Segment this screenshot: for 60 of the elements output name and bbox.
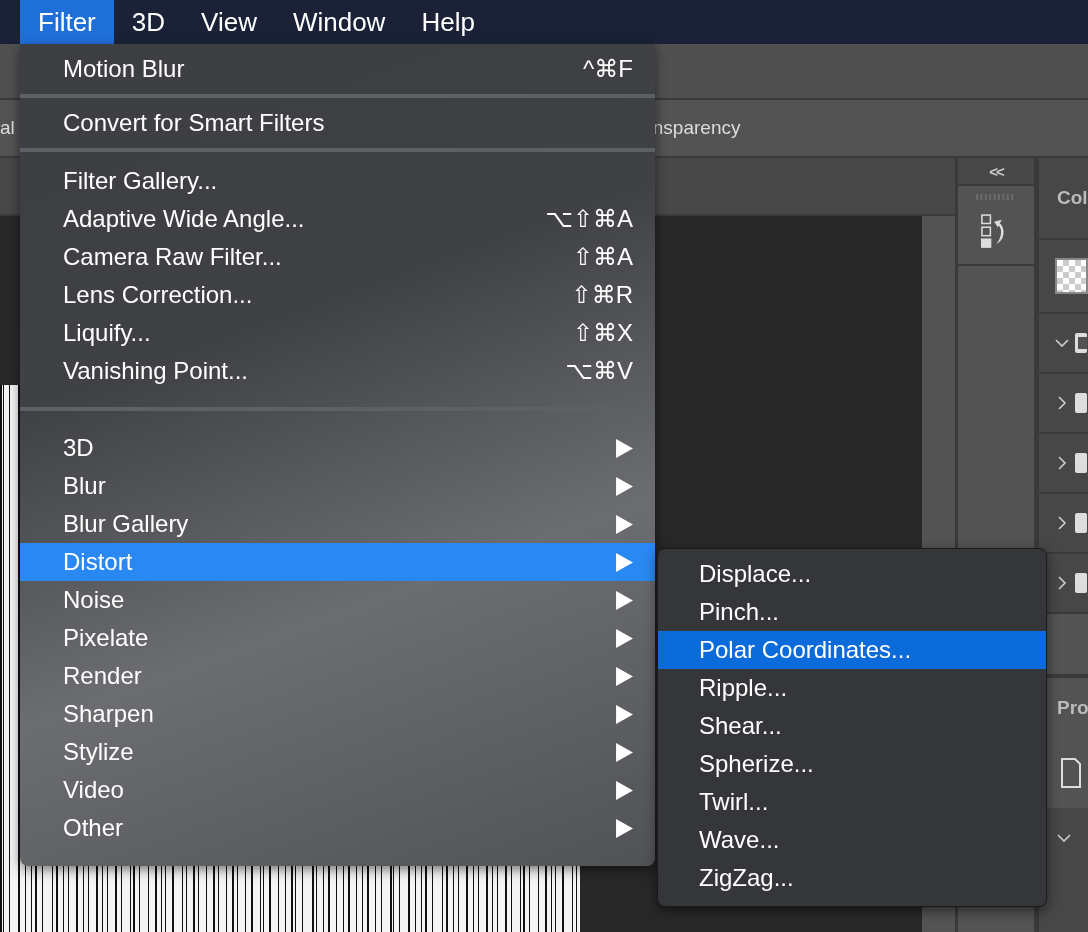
chevron-icon[interactable] <box>1055 336 1069 350</box>
folder-icon <box>1075 513 1087 533</box>
option-label: nsparency <box>652 117 741 139</box>
submenu-arrow-icon <box>616 704 633 724</box>
menu-item[interactable]: Stylize <box>20 733 655 771</box>
menu-item[interactable]: Blur Gallery <box>20 505 655 543</box>
submenu-arrow-icon <box>616 742 633 762</box>
menu-item[interactable]: Liquify... ⇧⌘X <box>20 314 655 352</box>
menu-item[interactable]: Sharpen <box>20 695 655 733</box>
submenu-arrow-icon <box>616 628 633 648</box>
menu-item[interactable]: Distort <box>20 543 655 581</box>
menu-bar-item[interactable]: View <box>183 0 275 44</box>
submenu-arrow-icon <box>616 780 633 800</box>
menu-item[interactable]: Pinch... <box>658 593 1046 631</box>
option-label: al <box>0 117 15 139</box>
menu-bar-item[interactable]: 3D <box>113 0 184 44</box>
menu-item[interactable]: Shear... <box>658 707 1046 745</box>
submenu-arrow-icon <box>616 552 633 572</box>
menu-item[interactable]: Camera Raw Filter... ⇧⌘A <box>20 238 655 276</box>
menu-bar-item[interactable]: Filter <box>20 0 114 44</box>
transparency-swatch[interactable] <box>1055 258 1088 294</box>
menu-item[interactable]: Vanishing Point... ⌥⌘V <box>20 352 655 390</box>
menu-bar-item[interactable]: Help <box>403 0 493 44</box>
submenu-arrow-icon <box>616 438 633 458</box>
menu-item[interactable]: Video <box>20 771 655 809</box>
menu-item[interactable]: ZigZag... <box>658 859 1046 897</box>
menu-item[interactable]: Convert for Smart Filters <box>20 104 655 142</box>
submenu-arrow-icon <box>616 514 633 534</box>
menu-item[interactable]: Pixelate <box>20 619 655 657</box>
menu-item[interactable]: Noise <box>20 581 655 619</box>
collapse-button[interactable]: << <box>989 162 1003 180</box>
submenu-arrow-icon <box>616 476 633 496</box>
menu-item[interactable]: Motion Blur ^⌘F <box>20 50 655 88</box>
menu-item[interactable]: 3D <box>20 429 655 467</box>
folder-icon <box>1075 393 1087 413</box>
menu-item[interactable]: Twirl... <box>658 783 1046 821</box>
menu-item[interactable]: Adaptive Wide Angle... ⌥⇧⌘A <box>20 200 655 238</box>
menu-item[interactable]: Render <box>20 657 655 695</box>
menu-item[interactable]: Other <box>20 809 655 847</box>
chevron-icon[interactable] <box>1055 396 1069 410</box>
folder-icon <box>1075 573 1087 593</box>
panel-tab[interactable]: Col <box>1057 187 1088 209</box>
chevron-icon[interactable] <box>1057 831 1071 845</box>
document-icon <box>1061 758 1081 788</box>
menu-item[interactable]: Displace... <box>658 555 1046 593</box>
menu-item[interactable]: Lens Correction... ⇧⌘R <box>20 276 655 314</box>
submenu-arrow-icon <box>616 818 633 838</box>
menu-item[interactable]: Ripple... <box>658 669 1046 707</box>
menu-bar-item[interactable]: Window <box>274 0 404 44</box>
menu-item[interactable]: Blur <box>20 467 655 505</box>
panel-tab[interactable]: Pro <box>1057 697 1088 719</box>
submenu-arrow-icon <box>616 590 633 610</box>
folder-icon <box>1075 453 1087 473</box>
submenu-arrow-icon <box>616 666 633 686</box>
chevron-icon[interactable] <box>1055 576 1069 590</box>
menu-item[interactable]: Wave... <box>658 821 1046 859</box>
menu-item[interactable]: Polar Coordinates... <box>658 631 1046 669</box>
chevron-icon[interactable] <box>1055 456 1069 470</box>
menu-item[interactable]: Spherize... <box>658 745 1046 783</box>
chevron-icon[interactable] <box>1055 516 1069 530</box>
